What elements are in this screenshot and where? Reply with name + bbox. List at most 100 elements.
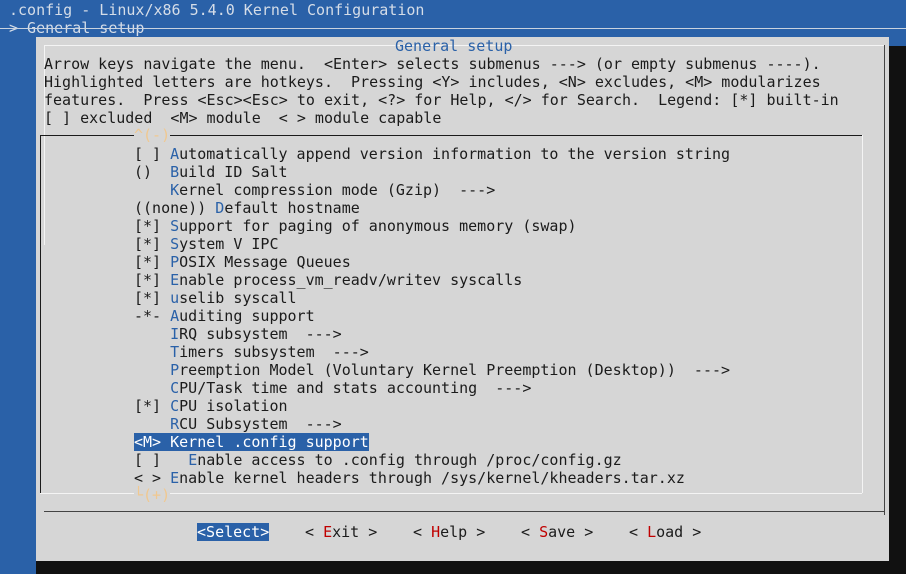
item-prefix: < > <box>134 469 171 487</box>
button-bracket-left: < <box>305 523 324 541</box>
button-label: xit <box>332 523 360 541</box>
menu-item-proc-config-gz[interactable]: [ ] Enable access to .config through /pr… <box>134 451 622 469</box>
button-label: ave <box>548 523 576 541</box>
button-bracket-left: < <box>629 523 648 541</box>
general-setup-dialog: General setup Arrow keys navigate the me… <box>36 37 889 561</box>
menu-item-auditing-support[interactable]: -*- Auditing support <box>134 307 315 325</box>
menu-item-irq-subsystem[interactable]: IRQ subsystem ---> <box>134 325 342 343</box>
item-prefix: () <box>134 163 171 181</box>
menu-item-swap-support[interactable]: [*] Support for paging of anonymous memo… <box>134 217 577 235</box>
menu-item-rcu-subsystem[interactable]: RCU Subsystem ---> <box>134 415 342 433</box>
button-bracket-left: < <box>413 523 432 541</box>
item-label: reemption Model (Voluntary Kernel Preemp… <box>179 361 731 379</box>
button-hotkey: E <box>323 523 333 541</box>
help-button[interactable]: < Help > <box>413 523 485 541</box>
help-text-line-1: Arrow keys navigate the menu. <Enter> se… <box>44 55 821 73</box>
menu-item-timers-subsystem[interactable]: Timers subsystem ---> <box>134 343 369 361</box>
item-prefix <box>134 379 170 397</box>
item-hotkey: P <box>170 361 180 379</box>
menu-item-cpu-isolation[interactable]: [*] CPU isolation <box>134 397 288 415</box>
help-text-line-3: features. Press <Esc><Esc> to exit, <?> … <box>44 91 839 109</box>
item-hotkey: P <box>170 253 180 271</box>
item-label: PU isolation <box>179 397 288 415</box>
button-hotkey: L <box>647 523 657 541</box>
item-hotkey: E <box>170 271 180 289</box>
help-text-line-2: Highlighted letters are hotkeys. Pressin… <box>44 73 821 91</box>
item-hotkey: C <box>170 397 180 415</box>
item-hotkey: R <box>170 415 180 433</box>
item-prefix: [*] <box>134 271 171 289</box>
item-label: nable process_vm_readv/writev syscalls <box>179 271 523 289</box>
item-prefix: ((none)) <box>134 199 216 217</box>
item-label: CU Subsystem ---> <box>179 415 342 433</box>
item-label: ernel .config support <box>179 433 369 451</box>
help-text-line-4: [ ] excluded <M> module < > module capab… <box>44 109 442 127</box>
item-label: efault hostname <box>224 199 360 217</box>
menu-item-system-v-ipc[interactable]: [*] System V IPC <box>134 235 279 253</box>
item-hotkey: I <box>170 325 180 343</box>
item-prefix: [*] <box>134 289 171 307</box>
button-bracket-right: > <box>467 523 486 541</box>
button-hotkey: S <box>539 523 549 541</box>
item-prefix <box>134 181 170 199</box>
item-label: uild ID Salt <box>179 163 288 181</box>
menu-item-default-hostname[interactable]: ((none)) Default hostname <box>134 199 360 217</box>
menu-item-kernel-config-support[interactable]: <M> Kernel .config support <box>134 433 369 451</box>
menu-item-preemption-model[interactable]: Preemption Model (Voluntary Kernel Preem… <box>134 361 730 379</box>
button-bracket-right: > <box>575 523 594 541</box>
item-prefix: [*] <box>134 217 171 235</box>
item-label: imers subsystem ---> <box>179 343 369 361</box>
scroll-up-indicator[interactable]: ^(-) <box>134 126 171 144</box>
item-hotkey: B <box>170 163 180 181</box>
item-hotkey: K <box>170 181 180 199</box>
item-label: ystem V IPC <box>179 235 279 253</box>
menu-border-right <box>862 135 863 493</box>
item-hotkey: S <box>170 217 180 235</box>
item-label: uditing support <box>179 307 315 325</box>
button-label: oad <box>656 523 684 541</box>
item-hotkey: T <box>170 343 180 361</box>
button-bracket-right: > <box>683 523 702 541</box>
item-prefix <box>134 361 170 379</box>
save-button[interactable]: < Save > <box>521 523 593 541</box>
button-hotkey: S <box>206 523 216 541</box>
button-bracket-right: > <box>260 523 270 541</box>
load-button[interactable]: < Load > <box>629 523 701 541</box>
item-label: OSIX Message Queues <box>179 253 351 271</box>
menu-item-posix-mqueue[interactable]: [*] POSIX Message Queues <box>134 253 351 271</box>
button-bracket-left: < <box>521 523 540 541</box>
item-hotkey: C <box>170 379 180 397</box>
select-button[interactable]: <Select> <box>197 523 270 541</box>
menu-item-build-id-salt[interactable]: () Build ID Salt <box>134 163 288 181</box>
item-prefix <box>134 325 170 343</box>
scroll-down-indicator[interactable]: └(+) <box>134 486 171 504</box>
button-label: elect <box>215 523 261 541</box>
item-prefix: [ ] <box>134 451 189 469</box>
dialog-title: General setup <box>395 37 513 55</box>
menu-item-kheaders[interactable]: < > Enable kernel headers through /sys/k… <box>134 469 685 487</box>
item-prefix <box>134 343 170 361</box>
item-label: nable access to .config through /proc/co… <box>197 451 622 469</box>
window-title: .config - Linux/x86 5.4.0 Kernel Configu… <box>9 1 425 19</box>
item-prefix <box>134 415 170 433</box>
item-label: utomatically append version information … <box>179 145 731 163</box>
item-hotkey: A <box>170 307 180 325</box>
menu-item-uselib-syscall[interactable]: [*] uselib syscall <box>134 289 297 307</box>
item-hotkey: K <box>170 433 180 451</box>
item-prefix: -*- <box>134 307 171 325</box>
dialog-shadow-bottom <box>36 561 906 574</box>
item-prefix: <M> <box>134 433 171 451</box>
item-hotkey: E <box>170 469 180 487</box>
menu-item-append-version[interactable]: [ ] Automatically append version informa… <box>134 145 730 163</box>
item-label: selib syscall <box>179 289 297 307</box>
item-prefix: [*] <box>134 397 171 415</box>
item-label: RQ subsystem ---> <box>179 325 342 343</box>
header-divider <box>0 28 906 29</box>
item-prefix: [*] <box>134 253 171 271</box>
item-hotkey: D <box>215 199 225 217</box>
exit-button[interactable]: < Exit > <box>305 523 377 541</box>
button-bar-divider <box>44 511 884 512</box>
menu-item-cpu-task-accounting[interactable]: CPU/Task time and stats accounting ---> <box>134 379 531 397</box>
menu-item-process-vm-syscalls[interactable]: [*] Enable process_vm_readv/writev sysca… <box>134 271 522 289</box>
menu-item-kernel-compression[interactable]: Kernel compression mode (Gzip) ---> <box>134 181 495 199</box>
